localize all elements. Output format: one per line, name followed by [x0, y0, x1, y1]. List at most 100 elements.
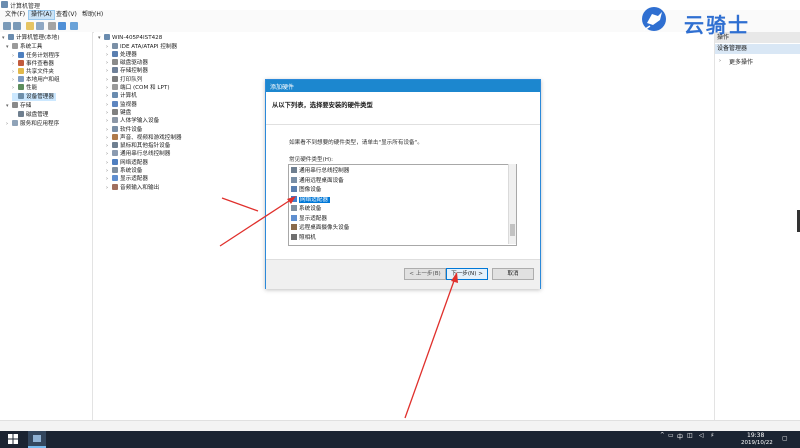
device-category-item[interactable]: › 音频输入和输出 [106, 183, 159, 192]
cancel-button[interactable]: 取消 [492, 268, 534, 280]
next-button[interactable]: 下一步(N) > [446, 268, 488, 280]
device-category-icon [112, 108, 118, 115]
show-hide-tree-icon[interactable] [36, 22, 44, 30]
tree-item-label: 事件查看器 [26, 61, 54, 67]
hardware-type-item[interactable]: 系统设备 [291, 205, 321, 215]
tree-item-shared-folders[interactable]: › 共享文件夹 [12, 68, 54, 76]
users-icon [18, 76, 24, 82]
hardware-type-label: 通用串行总线控制器 [299, 168, 350, 174]
device-category-icon [112, 117, 118, 124]
device-category-label: 显示适配器 [120, 176, 148, 183]
device-category-icon [112, 142, 118, 149]
tree-item-label: 任务计划程序 [26, 53, 60, 59]
device-category-item[interactable]: › IDE ATA/ATAPI 控制器 [106, 42, 177, 51]
hardware-type-icon [291, 167, 297, 173]
hardware-type-item[interactable]: 远程桌面摄像头设备 [291, 224, 349, 234]
device-category-item[interactable]: › 打印队列 [106, 75, 142, 84]
computer-management-icon [1, 1, 8, 8]
hardware-type-label: 网络适配器 [299, 196, 330, 203]
hardware-type-label: 图像设备 [299, 187, 322, 193]
services-icon [12, 120, 18, 126]
tree-item-computer-management[interactable]: ▾ 计算机管理(本地) [2, 34, 60, 42]
hardware-type-item[interactable]: 图像设备 [291, 186, 321, 196]
device-category-item[interactable]: › 通用串行总线控制器 [106, 150, 170, 158]
tree-item-system-tools[interactable]: ▾ 系统工具 [6, 43, 42, 51]
tree-item-services-apps[interactable]: › 服务和应用程序 [6, 120, 59, 128]
back-icon[interactable] [3, 22, 11, 30]
device-category-icon [112, 150, 118, 157]
device-tree-root[interactable]: ▾ WIN-405P4IST428 [98, 34, 162, 42]
device-category-item[interactable]: › 端口 (COM 和 LPT) [106, 84, 170, 92]
device-category-item[interactable]: › 人体学输入设备 [106, 117, 159, 125]
device-manager-icon [18, 93, 24, 99]
tree-item-label: 共享文件夹 [26, 69, 54, 75]
scrollbar-thumb[interactable] [510, 224, 515, 236]
tree-item-disk-management[interactable]: 磁盘管理 [12, 111, 48, 119]
back-button[interactable]: < 上一步(B) [404, 268, 446, 280]
properties-icon[interactable] [48, 22, 56, 30]
hardware-list-scrollbar[interactable] [508, 164, 516, 244]
device-category-item[interactable]: › 系统设备 [106, 167, 142, 175]
menu-action[interactable]: 操作(A) [28, 10, 55, 20]
hardware-type-label: 系统设备 [299, 206, 322, 212]
actions-section-device-manager[interactable]: 设备管理器 [715, 44, 800, 54]
hardware-type-icon [291, 214, 297, 221]
clock-date[interactable]: 2019/10/22 [741, 440, 773, 446]
language-icon[interactable]: ◫ [687, 432, 693, 439]
input-mode-icon[interactable]: ♯ [711, 432, 714, 439]
device-category-item[interactable]: › 声音、视频和游戏控制器 [106, 133, 182, 142]
hardware-type-item-selected[interactable]: 网络适配器 [291, 195, 330, 206]
tree-item-storage[interactable]: ▾ 存储 [6, 102, 31, 110]
volume-icon[interactable]: ◁ [699, 432, 704, 439]
clock-icon [18, 52, 24, 58]
computer-management-icon [33, 435, 41, 442]
device-category-label: 处理器 [120, 51, 137, 58]
network-icon[interactable]: ▭ [668, 432, 674, 439]
tray-expand-icon[interactable]: ^ [660, 432, 665, 438]
folder-up-icon[interactable] [26, 22, 34, 30]
help-icon[interactable] [58, 22, 66, 30]
monitor-icon[interactable] [70, 22, 78, 30]
clock-time[interactable]: 19:38 [747, 432, 764, 439]
taskbar: ^ ▭ 中 ◫ ◁ ♯ 19:38 2019/10/22 ▢ [0, 431, 800, 448]
device-category-item[interactable]: › 显示适配器 [106, 175, 148, 183]
hardware-type-icon [291, 176, 297, 183]
menu-file[interactable]: 文件(F) [3, 11, 27, 19]
tree-item-performance[interactable]: › 性能 [12, 84, 37, 92]
menu-view[interactable]: 查看(V) [54, 11, 79, 19]
tree-item-device-manager[interactable]: 设备管理器 [12, 93, 56, 101]
tree-item-task-scheduler[interactable]: › 任务计划程序 [12, 52, 60, 60]
menu-help[interactable]: 帮助(H) [80, 11, 105, 19]
hardware-type-item[interactable]: 显示适配器 [291, 214, 327, 225]
forward-icon[interactable] [13, 22, 21, 30]
hardware-type-item[interactable]: 通用远程桌面设备 [291, 176, 344, 187]
input-method-indicator[interactable]: 中 [677, 432, 683, 441]
device-category-item[interactable]: › 鼠标和其他指针设备 [106, 142, 170, 150]
device-category-item[interactable]: › 存储控制器 [106, 67, 148, 75]
hardware-type-item[interactable]: 照相机 [291, 233, 316, 244]
tree-item-label: 磁盘管理 [26, 112, 49, 118]
tree-item-local-users[interactable]: › 本地用户和组 [12, 76, 60, 84]
tree-item-event-viewer[interactable]: › 事件查看器 [12, 60, 54, 68]
device-category-item[interactable]: › 磁盘驱动器 [106, 59, 148, 67]
windows-start-icon[interactable] [8, 434, 18, 444]
hardware-type-icon [291, 186, 297, 192]
dialog-hint: 如果看不到想要的硬件类型，请单击"显示所有设备"。 [289, 140, 423, 146]
taskbar-computer-management[interactable] [28, 431, 46, 448]
more-actions-link[interactable]: 更多操作 [729, 57, 753, 66]
device-category-label: 声音、视频和游戏控制器 [120, 134, 182, 141]
hardware-type-list[interactable]: 通用串行总线控制器通用远程桌面设备 图像设备网络适配器系统设备显示适配器 远程桌面摄… [288, 164, 517, 246]
device-category-label: 磁盘驱动器 [120, 60, 148, 67]
tree-item-label: 系统工具 [20, 44, 43, 50]
hardware-type-item[interactable]: 通用串行总线控制器 [291, 167, 349, 177]
device-category-item[interactable]: › 软件设备 [106, 125, 142, 134]
device-category-item[interactable]: › 计算机 [106, 92, 137, 100]
tree-item-label: 设备管理器 [26, 94, 54, 100]
notification-icon[interactable]: ▢ [782, 435, 788, 442]
logo-text: 云骑士 [684, 13, 750, 37]
device-category-item[interactable]: › 监视器 [106, 100, 137, 109]
device-category-item[interactable]: › 网络适配器 [106, 158, 148, 167]
console-tree: ▾ 计算机管理(本地) ▾ 系统工具 › 任务计划程序 › 事件查看器 › 共享文件夹 ›… [0, 32, 93, 430]
device-category-item[interactable]: › 键盘 [106, 108, 131, 117]
device-category-item[interactable]: › 处理器 [106, 50, 137, 59]
